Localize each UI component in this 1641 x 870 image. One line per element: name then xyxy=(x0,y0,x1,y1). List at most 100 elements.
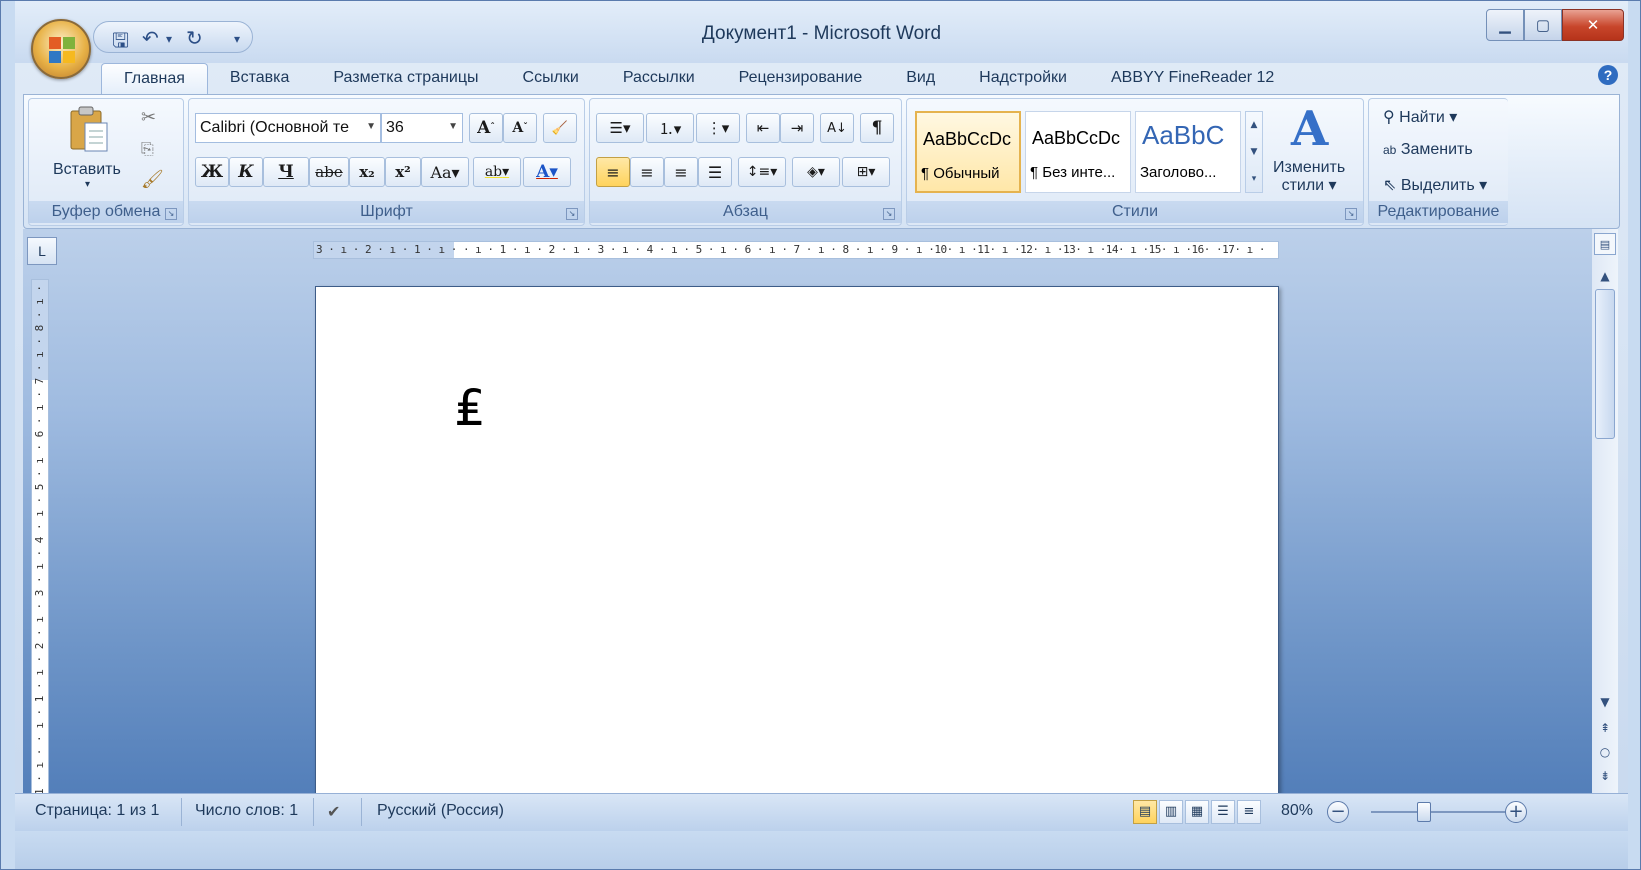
paste-button[interactable]: Вставить xyxy=(53,161,121,179)
font-size-combo[interactable]: 36 ▼ xyxy=(381,113,463,143)
zoom-level[interactable]: 80% xyxy=(1281,802,1313,820)
bullets-button[interactable]: ☰▾ xyxy=(596,113,644,143)
align-right-button[interactable]: ≡ xyxy=(664,157,698,187)
style-normal[interactable]: AaBbCcDc ¶ Обычный xyxy=(915,111,1021,193)
decrease-indent-button[interactable]: ⇤ xyxy=(746,113,780,143)
zoom-slider-thumb[interactable] xyxy=(1417,802,1431,822)
paste-dropdown-icon[interactable]: ▾ xyxy=(85,179,90,190)
align-center-button[interactable]: ≡ xyxy=(630,157,664,187)
styles-launcher-icon[interactable]: ↘ xyxy=(1345,208,1357,220)
page-count[interactable]: Страница: 1 из 1 xyxy=(35,802,159,820)
tab-home[interactable]: Главная xyxy=(101,63,208,95)
editing-group-text: Редактирование xyxy=(1377,203,1500,220)
vertical-ruler[interactable]: 2 · ı · 1 · ı · · ı · 1 · ı · 2 · ı · 3 … xyxy=(31,279,49,799)
multilevel-list-button[interactable]: ⋮▾ xyxy=(696,113,740,143)
select-label: Выделить xyxy=(1400,177,1475,194)
change-case-button[interactable]: Aa ▾ xyxy=(421,157,469,187)
increase-indent-button[interactable]: ⇥ xyxy=(780,113,814,143)
style-heading-1[interactable]: AaBbC Заголово... xyxy=(1135,111,1241,193)
scroll-down-icon[interactable]: ▼ xyxy=(1594,691,1616,713)
font-launcher-icon[interactable]: ↘ xyxy=(566,208,578,220)
subscript-button[interactable]: x₂ xyxy=(349,157,385,187)
clipboard-launcher-icon[interactable]: ↘ xyxy=(165,208,177,220)
shrink-font-button[interactable]: Aˇ xyxy=(503,113,537,143)
draft-icon[interactable]: ≡ xyxy=(1237,800,1261,824)
zoom-slider-track[interactable] xyxy=(1371,811,1521,813)
superscript-button[interactable]: x² xyxy=(385,157,421,187)
spelling-check-icon[interactable]: ✔ xyxy=(327,802,340,821)
shrink-font-icon: A xyxy=(512,120,524,136)
redo-icon[interactable]: ↻ xyxy=(186,26,203,50)
browse-object-icon[interactable]: ○ xyxy=(1594,741,1616,763)
styles-scroll[interactable]: ▲ ▼ ▾ xyxy=(1245,111,1263,193)
numbering-button[interactable]: ⒈▾ xyxy=(646,113,694,143)
align-left-button[interactable]: ≡ xyxy=(596,157,630,187)
zoom-out-icon[interactable]: − xyxy=(1327,801,1349,823)
strikethrough-button[interactable]: abe xyxy=(309,157,349,187)
find-button[interactable]: ⚲ Найти ▾ xyxy=(1383,107,1457,127)
undo-icon[interactable]: ↶ xyxy=(142,26,159,50)
tab-abbyy[interactable]: ABBYY FineReader 12 xyxy=(1089,63,1296,95)
scroll-thumb[interactable] xyxy=(1595,289,1615,439)
save-icon[interactable]: 🖫 xyxy=(112,26,129,60)
clear-format-button[interactable]: 🧹 xyxy=(543,113,577,143)
tab-references[interactable]: Ссылки xyxy=(501,63,601,95)
paragraph-launcher-icon[interactable]: ↘ xyxy=(883,208,895,220)
tab-insert[interactable]: Вставка xyxy=(208,63,311,95)
tab-review[interactable]: Рецензирование xyxy=(717,63,885,95)
tab-addins[interactable]: Надстройки xyxy=(957,63,1089,95)
close-button[interactable]: ✕ xyxy=(1562,9,1624,41)
customize-qat-icon[interactable]: ▾ xyxy=(234,32,240,46)
format-painter-icon[interactable]: 🖌 xyxy=(141,169,164,190)
justify-button[interactable]: ☰ xyxy=(698,157,732,187)
print-layout-icon[interactable]: ▤ xyxy=(1133,800,1157,824)
select-button[interactable]: ⇖ Выделить ▾ xyxy=(1383,175,1487,195)
show-marks-button[interactable]: ¶ xyxy=(860,113,894,143)
font-color-button[interactable]: A ▾ xyxy=(523,157,571,187)
line-spacing-button[interactable]: ↕≡▾ xyxy=(738,157,786,187)
bold-button[interactable]: Ж xyxy=(195,157,229,187)
grow-font-button[interactable]: Aˆ xyxy=(469,113,503,143)
tab-selector[interactable]: L xyxy=(27,237,57,265)
shading-button[interactable]: ◈▾ xyxy=(792,157,840,187)
highlight-button[interactable]: ab ▾ xyxy=(473,157,521,187)
horizontal-ruler[interactable]: 3 · ı · 2 · ı · 1 · ı · · ı · 1 · ı · 2 … xyxy=(313,241,1279,259)
sort-button[interactable]: A↓ xyxy=(820,113,854,143)
borders-button[interactable]: ⊞▾ xyxy=(842,157,890,187)
zoom-in-icon[interactable]: + xyxy=(1505,801,1527,823)
style-no-spacing[interactable]: AaBbCcDc ¶ Без инте... xyxy=(1025,111,1131,193)
cut-icon[interactable]: ✂ xyxy=(141,107,156,128)
previous-page-icon[interactable]: ⇞ xyxy=(1594,717,1616,739)
language[interactable]: Русский (Россия) xyxy=(377,802,504,820)
paste-icon[interactable] xyxy=(67,105,111,153)
full-screen-reading-icon[interactable]: ▥ xyxy=(1159,800,1183,824)
word-count[interactable]: Число слов: 1 xyxy=(195,802,298,820)
font-name-combo[interactable]: Calibri (Основной те ▼ xyxy=(195,113,381,143)
tab-mailings[interactable]: Рассылки xyxy=(601,63,717,95)
replace-icon: ab xyxy=(1383,143,1397,157)
italic-button[interactable]: К xyxy=(229,157,263,187)
scroll-up-icon[interactable]: ▲ xyxy=(1594,265,1616,287)
document-text[interactable]: ₤ xyxy=(454,379,486,437)
minimize-button[interactable]: ▁ xyxy=(1486,9,1524,41)
tab-view[interactable]: Вид xyxy=(884,63,957,95)
copy-icon[interactable]: ⎘ xyxy=(141,139,154,159)
office-button[interactable] xyxy=(31,19,91,79)
change-styles-label-2: стили xyxy=(1281,177,1325,194)
maximize-button[interactable]: ▢ xyxy=(1524,9,1562,41)
change-styles-label-1: Изменить xyxy=(1273,159,1346,176)
highlight-icon: ab xyxy=(484,164,503,180)
document-page[interactable]: ₤ xyxy=(315,286,1279,831)
view-ruler-icon[interactable]: ▤ xyxy=(1594,233,1616,255)
next-page-icon[interactable]: ⇟ xyxy=(1594,765,1616,787)
vertical-scrollbar[interactable]: ▤ ▲ ▼ ⇞ ○ ⇟ xyxy=(1592,229,1618,801)
web-layout-icon[interactable]: ▦ xyxy=(1185,800,1209,824)
undo-dropdown-icon[interactable]: ▾ xyxy=(166,32,172,46)
tab-page-layout[interactable]: Разметка страницы xyxy=(311,63,500,95)
underline-button[interactable]: Ч xyxy=(263,157,309,187)
change-styles-icon[interactable]: A xyxy=(1291,101,1328,157)
outline-icon[interactable]: ☰ xyxy=(1211,800,1235,824)
replace-button[interactable]: ab Заменить xyxy=(1383,141,1473,159)
help-icon[interactable]: ? xyxy=(1598,65,1618,85)
change-styles-button[interactable]: Изменить стили ▾ xyxy=(1273,159,1345,195)
